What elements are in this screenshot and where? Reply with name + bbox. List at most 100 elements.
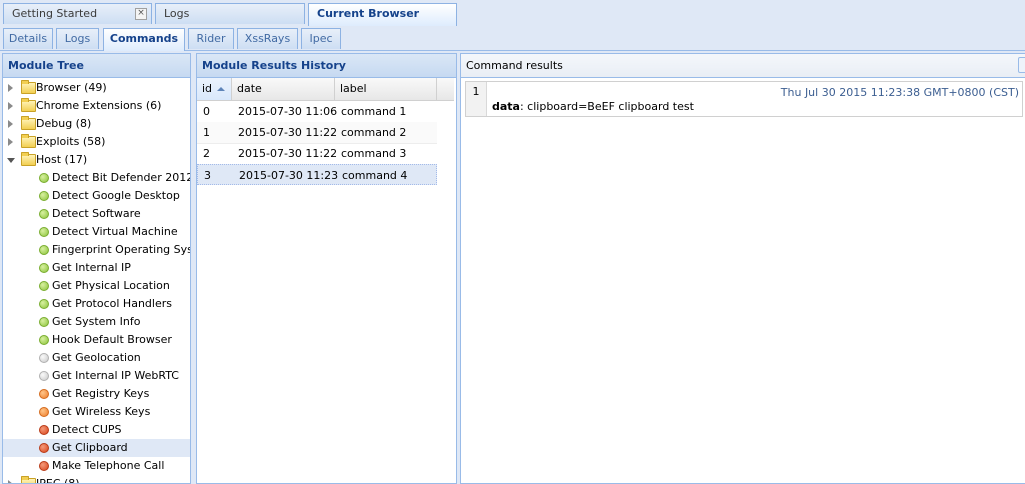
top-tab-bar: Getting Started × Logs Current Browser <box>0 0 1025 27</box>
expand-arrow-icon[interactable] <box>8 102 13 110</box>
tab-label: Getting Started <box>12 7 98 20</box>
tree-folder-host[interactable]: Host (17) <box>3 151 190 169</box>
panel-title: Command results <box>461 54 1025 78</box>
tab-logs[interactable]: Logs <box>56 28 99 49</box>
tree-folder-label: Browser (49) <box>36 81 107 94</box>
module-tree-panel: Module Tree Browser (49) Chrome Extensio… <box>2 53 191 484</box>
tree-module-get-wireless-keys[interactable]: Get Wireless Keys <box>3 403 190 421</box>
folder-icon <box>21 80 36 94</box>
tree-module-label: Detect Software <box>52 207 141 220</box>
tree-module-get-internal-ip[interactable]: Get Internal IP <box>3 259 190 277</box>
tree-module-get-internal-ip-webrtc[interactable]: Get Internal IP WebRTC <box>3 367 190 385</box>
tab-ipec[interactable]: Ipec <box>301 28 341 49</box>
panel-tool-button[interactable] <box>1018 57 1025 73</box>
tab-xssrays[interactable]: XssRays <box>237 28 298 49</box>
tree-module-get-physical-location[interactable]: Get Physical Location <box>3 277 190 295</box>
tree-module-label: Get Internal IP <box>52 261 131 274</box>
tree-module-get-protocol-handlers[interactable]: Get Protocol Handlers <box>3 295 190 313</box>
status-red-icon <box>39 443 49 453</box>
tab-commands[interactable]: Commands <box>103 28 185 51</box>
status-green-icon <box>39 281 49 291</box>
expand-arrow-icon[interactable] <box>8 480 13 483</box>
tab-label: Logs <box>164 7 190 20</box>
tab-rider[interactable]: Rider <box>188 28 234 49</box>
column-header-date[interactable]: date <box>232 78 335 100</box>
table-row[interactable]: 0 2015-07-30 11:06 command 1 <box>197 101 437 123</box>
sort-ascending-icon <box>217 87 226 91</box>
cell-date: 2015-07-30 11:22 <box>238 147 338 160</box>
table-row[interactable]: 2 2015-07-30 11:22 command 3 <box>197 143 437 165</box>
tab-label: Current Browser <box>317 7 420 20</box>
tree-folder-debug[interactable]: Debug (8) <box>3 115 190 133</box>
tree-module-label: Get Protocol Handlers <box>52 297 172 310</box>
column-header-id[interactable]: id <box>197 78 232 100</box>
tree-folder-browser[interactable]: Browser (49) <box>3 79 190 97</box>
tree-module-label: Get Internal IP WebRTC <box>52 369 179 382</box>
tree-module-fingerprint-os[interactable]: Fingerprint Operating System <box>3 241 190 259</box>
column-header-label: date <box>237 82 262 95</box>
expand-arrow-icon[interactable] <box>8 138 13 146</box>
status-red-icon <box>39 425 49 435</box>
column-header-label[interactable]: label <box>335 78 437 100</box>
tree-folder-chrome-extensions[interactable]: Chrome Extensions (6) <box>3 97 190 115</box>
tree-module-label: Detect Google Desktop <box>52 189 180 202</box>
table-row-selected[interactable]: 3 2015-07-30 11:23 command 4 <box>197 164 437 185</box>
collapse-arrow-icon[interactable] <box>7 158 15 163</box>
tree-module-label: Hook Default Browser <box>52 333 172 346</box>
tree-module-label: Detect Bit Defender 2012 <box>52 171 191 184</box>
tab-getting-started[interactable]: Getting Started × <box>3 3 152 24</box>
tree-module-detect-google-desktop[interactable]: Detect Google Desktop <box>3 187 190 205</box>
cell-date: 2015-07-30 11:06 <box>238 105 338 118</box>
folder-icon <box>21 98 36 112</box>
tree-module-get-geolocation[interactable]: Get Geolocation <box>3 349 190 367</box>
result-data: data: clipboard=BeEF clipboard test <box>492 100 694 113</box>
tree-folder-label: Chrome Extensions (6) <box>36 99 162 112</box>
status-green-icon <box>39 335 49 345</box>
tree-module-label: Get Physical Location <box>52 279 170 292</box>
tree-module-label: Get Registry Keys <box>52 387 150 400</box>
results-history-panel: Module Results History id date label 0 2… <box>196 53 457 484</box>
tree-module-label: Fingerprint Operating System <box>52 243 191 256</box>
tree-folder-label: Exploits (58) <box>36 135 106 148</box>
result-number: 1 <box>466 82 487 116</box>
tree-folder-exploits[interactable]: Exploits (58) <box>3 133 190 151</box>
status-red-icon <box>39 461 49 471</box>
tree-module-label: Detect CUPS <box>52 423 122 436</box>
status-green-icon <box>39 317 49 327</box>
panel-title: Module Tree <box>3 54 190 78</box>
folder-open-icon <box>21 152 36 166</box>
result-data-value: : clipboard=BeEF clipboard test <box>519 100 694 113</box>
tree-module-detect-cups[interactable]: Detect CUPS <box>3 421 190 439</box>
status-grey-icon <box>39 371 49 381</box>
tree-folder-label: Host (17) <box>36 153 88 166</box>
tab-logs[interactable]: Logs <box>155 3 305 24</box>
tab-details[interactable]: Details <box>3 28 53 49</box>
folder-icon <box>21 134 36 148</box>
tree-module-detect-software[interactable]: Detect Software <box>3 205 190 223</box>
tree-module-label: Make Telephone Call <box>52 459 165 472</box>
status-green-icon <box>39 299 49 309</box>
expand-arrow-icon[interactable] <box>8 120 13 128</box>
tree-module-get-system-info[interactable]: Get System Info <box>3 313 190 331</box>
tree-module-make-telephone-call[interactable]: Make Telephone Call <box>3 457 190 475</box>
status-grey-icon <box>39 353 49 363</box>
command-results-panel: Command results 1 Thu Jul 30 2015 11:23:… <box>460 53 1025 484</box>
tree-module-get-registry-keys[interactable]: Get Registry Keys <box>3 385 190 403</box>
folder-icon <box>21 476 36 483</box>
tree-module-hook-default-browser[interactable]: Hook Default Browser <box>3 331 190 349</box>
expand-arrow-icon[interactable] <box>8 84 13 92</box>
cell-id: 3 <box>204 169 211 182</box>
tree-folder-ipec[interactable]: IPEC (8) <box>3 475 190 484</box>
status-orange-icon <box>39 389 49 399</box>
close-icon[interactable]: × <box>135 8 147 20</box>
module-tree: Browser (49) Chrome Extensions (6) Debug… <box>3 78 190 484</box>
tree-module-get-clipboard[interactable]: Get Clipboard <box>3 439 190 457</box>
column-header-label: label <box>340 82 367 95</box>
tree-module-detect-virtual-machine[interactable]: Detect Virtual Machine <box>3 223 190 241</box>
tree-folder-label: IPEC (8) <box>36 477 80 484</box>
cell-label: command 1 <box>341 105 407 118</box>
status-green-icon <box>39 173 49 183</box>
table-row[interactable]: 1 2015-07-30 11:22 command 2 <box>197 122 437 144</box>
tree-module-detect-bit-defender[interactable]: Detect Bit Defender 2012 <box>3 169 190 187</box>
tab-current-browser[interactable]: Current Browser <box>308 3 457 26</box>
